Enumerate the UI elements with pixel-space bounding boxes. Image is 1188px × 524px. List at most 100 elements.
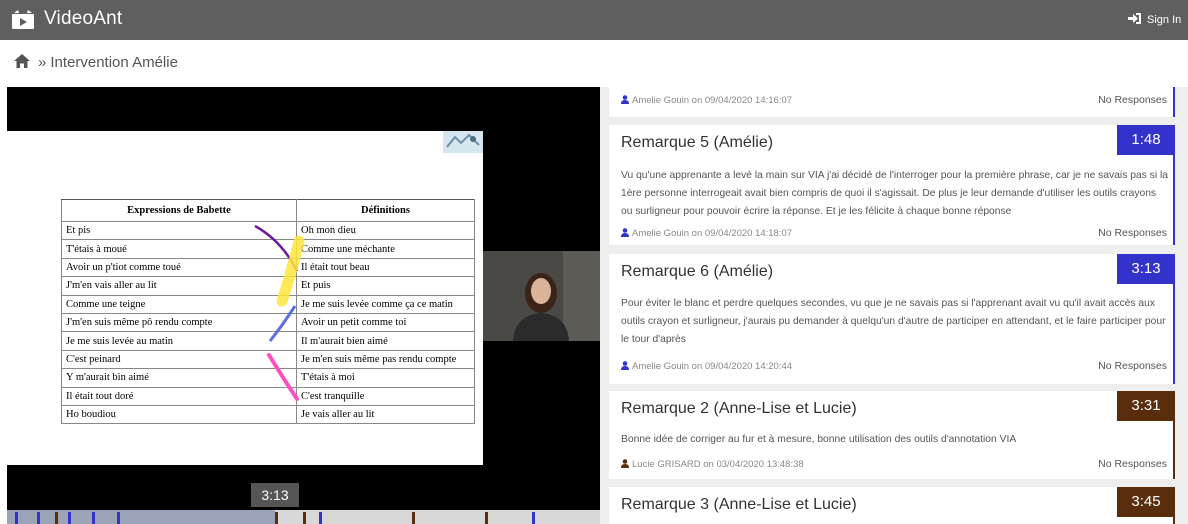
comment-timestamp-button[interactable]: 3:13 [1117,254,1175,284]
timeline-comment-marker[interactable] [532,512,535,524]
comment-title[interactable]: Remarque 5 (Amélie) [621,134,773,152]
table-header-cell: Expressions de Babette [61,199,297,222]
timeline-comment-marker[interactable] [319,512,322,524]
top-bar: VideoAnt Sign In [0,0,1188,40]
comment-color-edge [1173,254,1175,384]
comment-responses-link[interactable]: No Responses [1098,458,1167,470]
videoant-logo-icon[interactable] [12,10,34,30]
comment-timestamp-button[interactable]: 3:31 [1117,391,1175,421]
sign-in-label: Sign In [1147,14,1182,26]
home-icon[interactable] [14,54,30,68]
table-cell: Avoir un petit comme toi [296,312,475,333]
comment-responses-link[interactable]: No Responses [1098,94,1167,106]
presenter-figure [483,251,600,341]
table-cell: Il était tout beau [296,257,475,278]
comment-author-line: Amelie Gouin on 09/04/2020 14:18:07 [632,228,793,239]
table-cell: Et puis [296,276,475,296]
table-cell: Avoir un p'tiot comme toué [61,257,297,278]
shared-slide: Expressions de Babette Définitions Et pi… [7,131,483,465]
timeline-comment-marker[interactable] [485,512,488,524]
comment-responses-link[interactable]: No Responses [1098,227,1167,239]
comment-meta: Amelie Gouin on 09/04/2020 14:18:07 [621,228,792,239]
table-row: J'm'en suis même pô rendu compte Avoir un… [61,312,475,333]
timeline-played-portion [7,510,275,524]
table-cell: Je me suis levée comme ça ce matin [296,294,475,314]
table-row: Comme une teigne Je me suis levée comme ç… [61,294,475,314]
table-cell: C'est tranquille [296,386,475,406]
comment-author-line: Lucie GRISARD on 03/04/2020 13:48:38 [632,459,804,470]
table-cell: J'm'en suis même pô rendu compte [61,312,297,333]
current-time-badge: 3:13 [251,483,299,507]
timeline-comment-marker[interactable] [37,512,40,524]
comment-timestamp-button[interactable]: 3:45 [1117,487,1175,517]
webcam-thumbnail [483,251,600,341]
comment-meta: Lucie GRISARD on 03/04/2020 13:48:38 [621,459,804,470]
table-cell: Il était tout doré [61,386,297,406]
comment-color-edge [1173,87,1175,117]
timeline-comment-marker[interactable] [92,512,95,524]
table-cell: Ho boudiou [61,404,297,425]
table-row: Et pis Oh mon dieu [61,220,475,241]
user-icon [621,228,629,237]
table-row: T'étais à moué Comme une méchante [61,239,475,259]
table-cell: T'étais à moi [296,368,475,388]
comment-timestamp-button[interactable]: 1:48 [1117,125,1175,155]
sign-in-icon [1128,13,1141,24]
video-player[interactable]: Expressions de Babette Définitions Et pi… [7,87,600,510]
breadcrumb-separator: » [38,54,47,71]
timeline-comment-marker[interactable] [303,512,306,524]
comment-author-line: Amelie Gouin on 09/04/2020 14:20:44 [632,361,793,372]
timeline-comment-marker[interactable] [55,512,58,524]
comment-author-line: Amelie Gouin on 09/04/2020 14:16:07 [632,95,793,106]
comment-card[interactable]: Amelie Gouin on 09/04/2020 14:16:07 No R… [609,87,1175,117]
expressions-table: Expressions de Babette Définitions Et pi… [61,199,475,425]
slide-decoration-image [443,131,483,153]
table-row: Il était tout doré C'est tranquille [61,386,475,406]
comment-body: Pour éviter le blanc et perdre quelques … [621,298,1166,345]
table-cell: Comme une méchante [296,239,475,259]
timeline-comment-marker[interactable] [68,512,71,524]
comment-title[interactable]: Remarque 3 (Anne-Lise et Lucie) [621,496,857,514]
table-cell: T'étais à moué [61,239,297,259]
comment-responses-link[interactable]: No Responses [1098,360,1167,372]
comment-card[interactable]: Remarque 2 (Anne-Lise et Lucie) 3:31 Bon… [609,391,1175,479]
comment-title[interactable]: Remarque 6 (Amélie) [621,263,773,281]
comment-color-edge [1173,125,1175,245]
comment-card[interactable]: Remarque 5 (Amélie) 1:48 Vu qu'une appre… [609,125,1175,245]
timeline-comment-marker[interactable] [15,512,18,524]
table-header-cell: Définitions [296,199,475,222]
table-cell: Comme une teigne [61,294,297,314]
annotation-timeline[interactable] [7,510,600,524]
comment-body: Bonne idée de corriger au fur et à mesur… [621,434,1017,445]
timeline-comment-marker[interactable] [117,512,120,524]
table-cell: Y m'aurait bin aimé [61,368,297,388]
table-row: Avoir un p'tiot comme toué Il était tout … [61,257,475,278]
table-cell: Il m'aurait bien aimé [296,331,475,351]
user-icon [621,95,629,104]
comment-meta: Amelie Gouin on 09/04/2020 14:20:44 [621,361,792,372]
user-icon [621,459,629,468]
comment-title[interactable]: Remarque 2 (Anne-Lise et Lucie) [621,400,857,418]
brand-name[interactable]: VideoAnt [44,8,122,30]
comment-meta: Amelie Gouin on 09/04/2020 14:16:07 [621,95,792,106]
table-row: Je me suis levée au matin Il m'aurait bie… [61,331,475,351]
comment-color-edge [1173,487,1175,524]
timeline-comment-marker[interactable] [412,512,415,524]
comment-card[interactable]: Remarque 3 (Anne-Lise et Lucie) 3:45 [609,487,1175,524]
table-row: J'm'en vais aller au lit Et puis [61,276,475,296]
comment-card[interactable]: Remarque 6 (Amélie) 3:13 Pour éviter le … [609,254,1175,384]
timeline-comment-marker[interactable] [275,512,278,524]
table-cell: C'est peinard [61,349,297,370]
comment-body: Vu qu'une apprenante a levé la main sur … [621,170,1168,217]
breadcrumb: » Intervention Amélie [14,54,178,74]
table-cell: Oh mon dieu [296,220,475,241]
sign-in-link[interactable]: Sign In [1128,13,1188,29]
page-title: Intervention Amélie [50,54,178,71]
user-icon [621,361,629,370]
table-cell: Et pis [61,220,297,241]
table-cell: Je me suis levée au matin [61,331,297,351]
table-row: Ho boudiou Je vais aller au lit [61,404,475,425]
table-cell: Je m'en suis même pas rendu compte [296,349,475,370]
comments-panel[interactable]: Amelie Gouin on 09/04/2020 14:16:07 No R… [600,87,1188,524]
table-row: C'est peinard Je m'en suis même pas rendu… [61,349,475,370]
